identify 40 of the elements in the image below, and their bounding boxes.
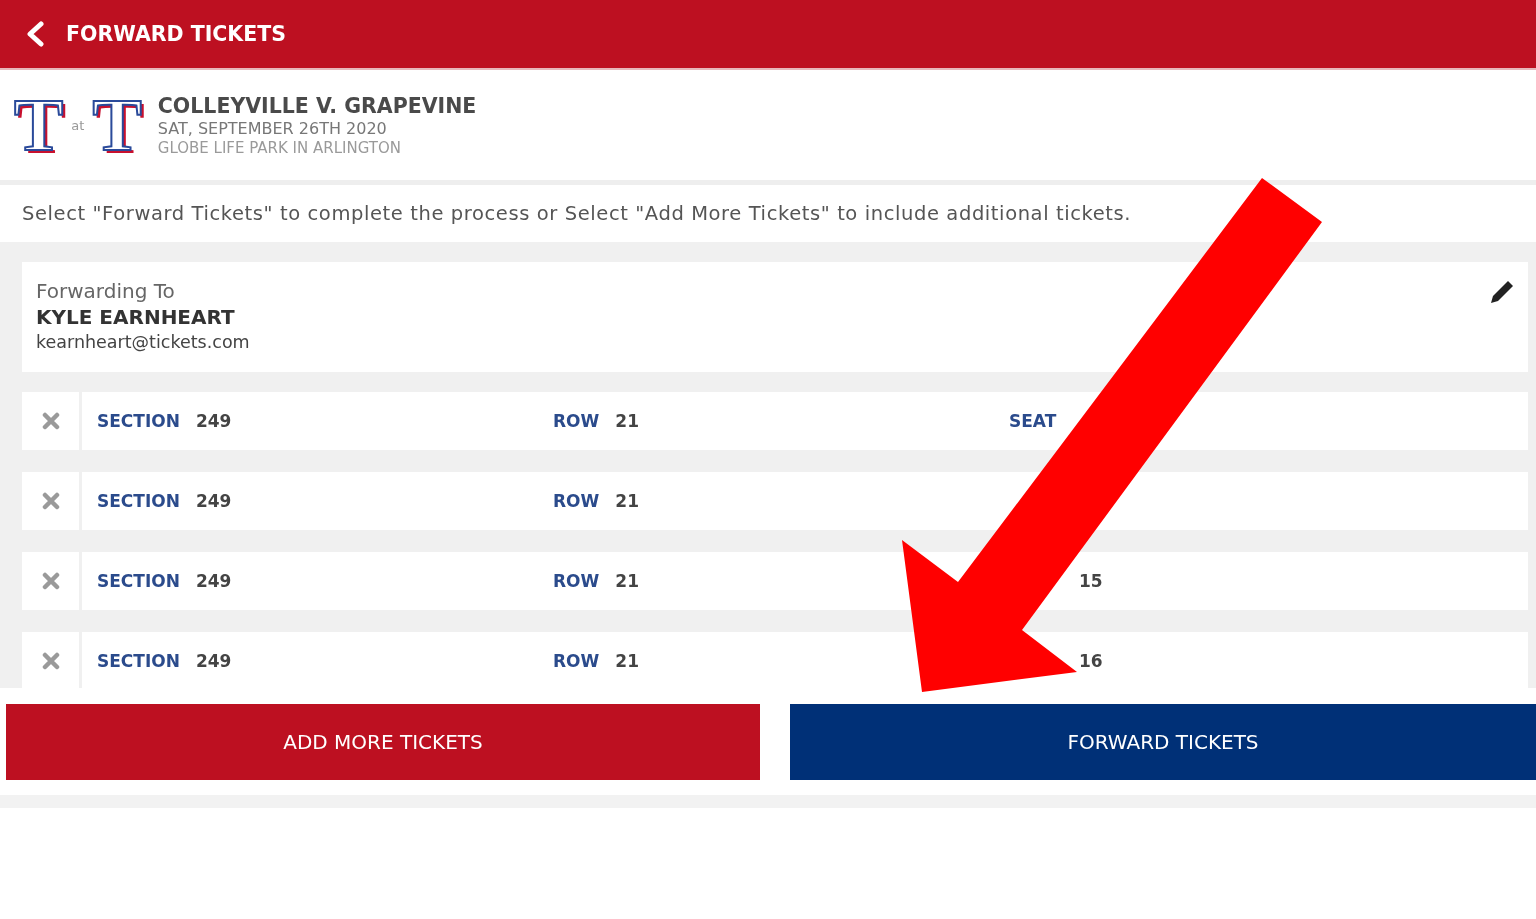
section-number: 249 bbox=[195, 491, 232, 511]
row-number: 21 bbox=[615, 651, 639, 671]
row-label: ROW bbox=[553, 571, 600, 591]
section-number: 249 bbox=[195, 411, 232, 431]
at-separator: at bbox=[71, 117, 85, 133]
row-number: 21 bbox=[615, 411, 639, 431]
game-venue: GLOBE LIFE PARK IN ARLINGTON bbox=[157, 138, 402, 158]
team-logo: T bbox=[14, 94, 64, 156]
row-label: ROW bbox=[553, 491, 600, 511]
section-label: SECTION bbox=[97, 571, 180, 591]
close-icon bbox=[41, 572, 60, 590]
section-label: SECTION bbox=[97, 651, 180, 671]
section-label: SECTION bbox=[97, 411, 180, 431]
pencil-icon bbox=[1490, 280, 1514, 304]
row-label: ROW bbox=[553, 411, 600, 431]
section-number: 249 bbox=[195, 571, 232, 591]
game-date: SAT, SEPTEMBER 26TH 2020 bbox=[157, 118, 388, 139]
close-icon bbox=[41, 652, 60, 670]
seat-number: 15 bbox=[1079, 571, 1103, 591]
close-icon bbox=[41, 412, 60, 430]
seat-number: 16 bbox=[1079, 651, 1103, 671]
game-title: COLLEYVILLE V. GRAPEVINE bbox=[157, 92, 477, 119]
forwarding-label: Forwarding To bbox=[36, 278, 176, 304]
section-number: 249 bbox=[195, 651, 232, 671]
page-title: FORWARD TICKETS bbox=[66, 22, 286, 46]
close-icon bbox=[41, 492, 60, 510]
recipient-email: kearnheart@tickets.com bbox=[36, 331, 250, 354]
section-label: SECTION bbox=[97, 491, 180, 511]
forward-button[interactable]: FORWARD TICKETS bbox=[790, 704, 1536, 780]
row-number: 21 bbox=[615, 491, 639, 511]
row-label: ROW bbox=[553, 651, 600, 671]
recipient-name: KYLE EARNHEART bbox=[36, 304, 236, 330]
back-button[interactable] bbox=[26, 21, 44, 47]
instruction-text: Select "Forward Tickets" to complete the process or Select "Add More Tickets" to include additional tickets. bbox=[22, 202, 1132, 225]
row-number: 21 bbox=[615, 571, 639, 591]
team-logo: T bbox=[92, 94, 142, 156]
seat-label: SEAT bbox=[1009, 411, 1057, 431]
edit-button[interactable] bbox=[1490, 280, 1514, 304]
add-more-button[interactable]: ADD MORE TICKETS bbox=[6, 704, 760, 780]
chevron-left-icon bbox=[26, 21, 44, 47]
